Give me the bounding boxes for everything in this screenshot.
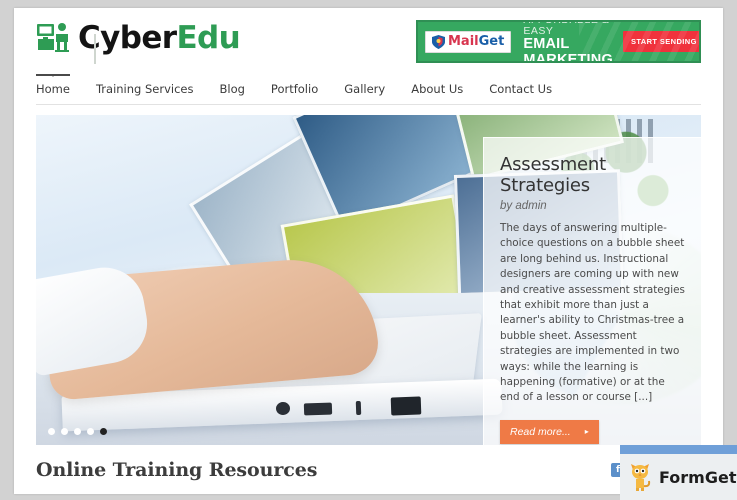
logo-text-accent: Edu	[176, 19, 241, 56]
nav-list: Home Training Services Blog Portfolio Ga…	[36, 73, 701, 104]
watermark-label: FormGet	[659, 467, 737, 487]
page-title: Online Training Resources	[36, 459, 318, 481]
logo-text-primary: Cyber	[78, 19, 177, 56]
slider-dot-4[interactable]	[87, 428, 94, 435]
nav-item-contact-us[interactable]: Contact Us	[489, 76, 552, 103]
mailget-wordmark: MailGet	[448, 35, 504, 48]
shield-icon	[432, 34, 445, 49]
computer-user-icon	[36, 20, 74, 56]
slider-dot-2[interactable]	[61, 428, 68, 435]
nav-item-about-us[interactable]: About Us	[411, 76, 463, 103]
main-navigation: Home Training Services Blog Portfolio Ga…	[36, 73, 701, 105]
cat-mascot-icon	[628, 462, 654, 492]
slider-dot-3[interactable]	[74, 428, 81, 435]
logo-wordmark: CyberEdu	[78, 19, 241, 56]
site-logo[interactable]: CyberEdu	[36, 19, 241, 64]
laptop-lock-slot	[355, 400, 362, 416]
arrow-right-icon: ▸	[584, 427, 589, 437]
nav-item-training-services[interactable]: Training Services	[96, 76, 194, 103]
screenshot-frame: CyberEdu MailGet AFFORDABLE & EASY EMAIL…	[0, 0, 737, 500]
website-page: CyberEdu MailGet AFFORDABLE & EASY EMAIL…	[14, 8, 723, 494]
read-more-label: Read more...	[510, 425, 571, 438]
nav-item-portfolio[interactable]: Portfolio	[271, 76, 318, 103]
formget-watermark: FormGet	[620, 445, 737, 500]
hero-slider[interactable]: Assessment Strategies by admin The days …	[36, 115, 701, 445]
mailget-logo: MailGet	[425, 30, 512, 53]
slide-excerpt: The days of answering multiple-choice qu…	[500, 222, 685, 404]
slide-caption-panel: Assessment Strategies by admin The days …	[483, 137, 701, 445]
read-more-button[interactable]: Read more... ▸	[500, 419, 599, 444]
mailget-mail-text: Mail	[448, 34, 479, 49]
site-header: CyberEdu MailGet AFFORDABLE & EASY EMAIL…	[14, 8, 723, 74]
watermark-top-strip	[620, 445, 737, 454]
laptop-usb-port	[303, 402, 333, 416]
ad-stripes-decoration	[579, 22, 699, 61]
nav-item-home[interactable]: Home	[36, 73, 70, 103]
slide-author: by admin	[500, 200, 547, 212]
nav-item-gallery[interactable]: Gallery	[344, 76, 385, 103]
logo-divider	[94, 34, 96, 64]
slider-pagination[interactable]	[48, 428, 107, 435]
laptop-ethernet-port	[390, 396, 422, 416]
slide-title: Assessment Strategies	[500, 154, 606, 196]
content-heading-row: Online Training Resources f t ◜ +	[36, 459, 701, 494]
nav-item-blog[interactable]: Blog	[220, 76, 245, 103]
slider-dot-5[interactable]	[100, 428, 107, 435]
slider-dot-1[interactable]	[48, 428, 55, 435]
mailget-get-text: Get	[478, 34, 505, 49]
mailget-ad-banner[interactable]: MailGet AFFORDABLE & EASY EMAIL MARKETIN…	[416, 20, 701, 63]
